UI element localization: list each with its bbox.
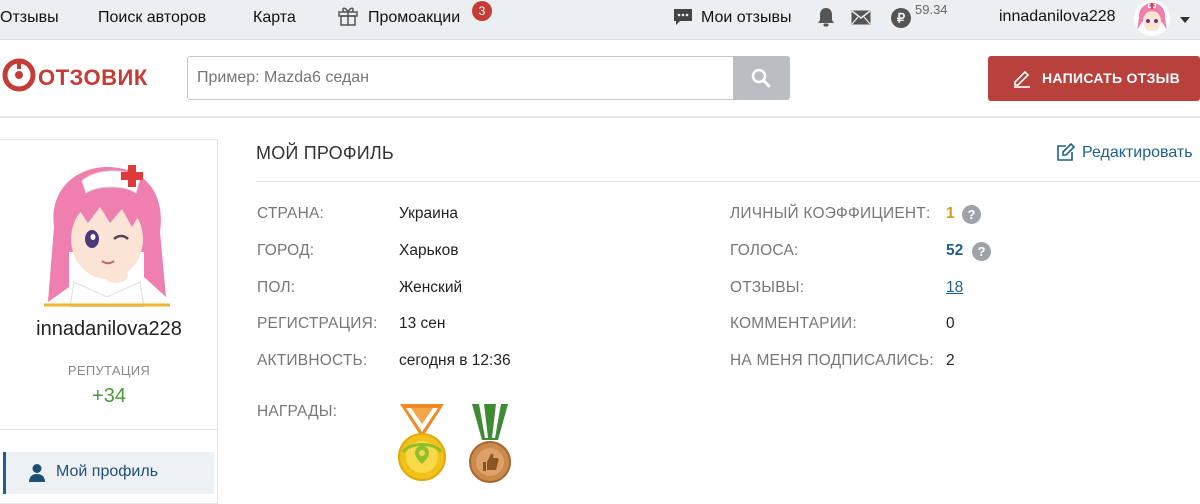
award-old-timer-medal-icon[interactable] <box>397 402 447 484</box>
search-button[interactable] <box>733 56 790 100</box>
search-input[interactable] <box>187 56 733 100</box>
user-avatar-small[interactable] <box>1134 0 1170 36</box>
ruble-coin-icon[interactable]: ₽ <box>891 8 911 28</box>
gift-icon[interactable] <box>336 3 360 27</box>
top-navigation-bar: Отзывы Поиск авторов Карта Промоакции 3 … <box>0 0 1200 40</box>
sidebar-item-label: Мой профиль <box>56 463 159 480</box>
activity-value: сегодня в 12:36 <box>399 352 511 369</box>
mail-icon[interactable] <box>851 10 871 25</box>
logo-icon <box>2 58 36 92</box>
promos-count-badge: 3 <box>472 1 492 21</box>
nav-username[interactable]: innadanilova228 <box>999 8 1116 26</box>
registration-value: 13 сен <box>399 315 446 332</box>
coin-balance: 59.34 <box>915 2 948 17</box>
logo-text: ОТЗОВИК <box>38 65 148 90</box>
profile-avatar[interactable] <box>44 157 170 308</box>
site-header: ОТЗОВИК НАПИСАТЬ ОТЗЫВ <box>0 40 1200 118</box>
user-icon <box>29 464 45 482</box>
reputation-label: РЕПУТАЦИЯ <box>67 363 151 378</box>
site-logo[interactable]: ОТЗОВИК <box>0 57 150 97</box>
nav-map-link[interactable]: Карта <box>253 8 296 28</box>
page-title: МОЙ ПРОФИЛЬ <box>256 143 394 163</box>
chat-icon[interactable] <box>673 8 693 26</box>
title-divider <box>256 181 1200 182</box>
award-likes-medal-icon[interactable] <box>468 402 512 484</box>
pencil-icon <box>1014 70 1030 88</box>
edit-icon <box>1057 143 1075 161</box>
country-value: Украина <box>399 205 459 222</box>
profile-sidebar: innadanilova228 РЕПУТАЦИЯ +34 Мой профил… <box>0 139 218 504</box>
write-review-label: НАПИСАТЬ ОТЗЫВ <box>1042 70 1181 86</box>
profile-username: innadanilova228 <box>36 318 182 340</box>
coefficient-help-icon[interactable]: ? <box>962 205 981 224</box>
svg-text:₽: ₽ <box>897 11 906 26</box>
votes-value: 52 <box>946 242 964 259</box>
reputation-value: +34 <box>92 385 126 407</box>
nav-author-search-link[interactable]: Поиск авторов <box>98 8 206 28</box>
city-label: ГОРОД: <box>257 242 315 259</box>
reviews-count-link[interactable]: 18 <box>946 279 963 297</box>
activity-label: АКТИВНОСТЬ: <box>257 352 368 369</box>
comments-label: КОММЕНТАРИИ: <box>730 315 857 332</box>
sidebar-divider <box>0 429 217 430</box>
edit-profile-label: Редактировать <box>1082 144 1193 161</box>
nav-reviews-link[interactable]: Отзывы <box>0 8 59 28</box>
country-label: СТРАНА: <box>257 205 325 222</box>
followers-value: 2 <box>946 352 955 369</box>
reviews-label: ОТЗЫВЫ: <box>730 279 805 296</box>
personal-coefficient-value: 1 <box>946 205 955 222</box>
sidebar-item-my-profile[interactable]: Мой профиль <box>3 452 214 494</box>
write-review-button[interactable]: НАПИСАТЬ ОТЗЫВ <box>988 56 1200 101</box>
gender-label: ПОЛ: <box>257 279 296 296</box>
votes-label: ГОЛОСА: <box>730 242 799 259</box>
comments-value: 0 <box>946 315 955 332</box>
votes-help-icon[interactable]: ? <box>972 242 991 261</box>
gender-value: Женский <box>399 279 463 296</box>
registration-label: РЕГИСТРАЦИЯ: <box>257 315 378 332</box>
nav-promos-link[interactable]: Промоакции <box>368 8 460 28</box>
nav-my-reviews-link[interactable]: Мои отзывы <box>701 8 792 28</box>
chevron-down-icon[interactable] <box>1180 17 1190 23</box>
followers-label: НА МЕНЯ ПОДПИСАЛИСЬ: <box>730 352 934 369</box>
personal-coefficient-label: ЛИЧНЫЙ КОЭФФИЦИЕНТ: <box>730 205 931 222</box>
search-icon <box>751 68 771 88</box>
city-value: Харьков <box>399 242 459 259</box>
awards-label: НАГРАДЫ: <box>257 403 338 420</box>
bell-icon[interactable] <box>817 7 835 27</box>
